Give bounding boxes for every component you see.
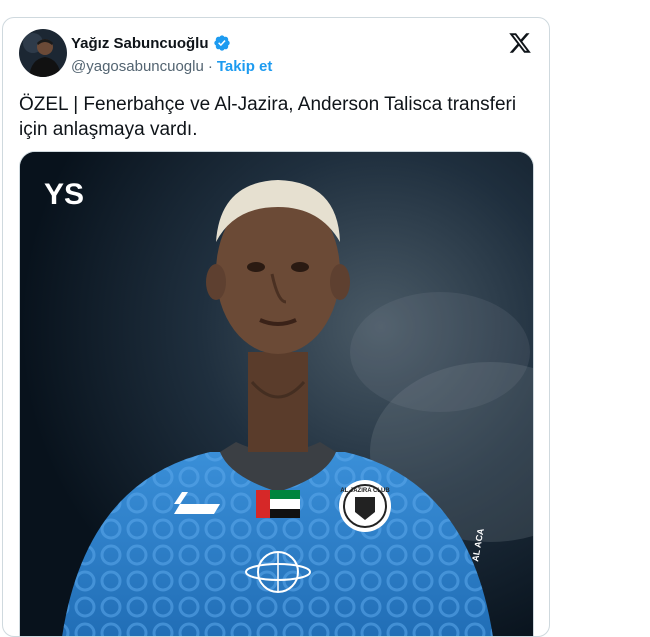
watermark-text: YS [44, 178, 84, 211]
tweet-media-image[interactable]: YS AL JAZIRA CLUB AL ACA [19, 151, 534, 636]
follow-link[interactable]: Takip et [217, 58, 273, 75]
author-handle[interactable]: @yagosabuncuoglu [71, 58, 204, 75]
tweet-card[interactable]: Yağız Sabuncuoğlu @yagosabuncuoglu · Tak… [2, 17, 550, 637]
avatar-photo-icon [19, 29, 67, 77]
author-avatar[interactable] [19, 29, 67, 77]
watermark-logo: YS [44, 178, 84, 211]
tweet-text: ÖZEL | Fenerbahçe ve Al-Jazira, Anderson… [19, 94, 517, 140]
uae-flag-icon [256, 490, 300, 518]
separator-dot: · [207, 58, 213, 75]
club-crest-icon: AL JAZIRA CLUB [339, 480, 391, 532]
author-name[interactable]: Yağız Sabuncuoğlu [71, 35, 209, 52]
player-photo: YS AL JAZIRA CLUB AL ACA [20, 152, 533, 636]
verified-badge-icon [213, 35, 230, 51]
x-logo-icon[interactable] [508, 31, 532, 55]
club-crest-text: AL JAZIRA CLUB [340, 488, 390, 494]
